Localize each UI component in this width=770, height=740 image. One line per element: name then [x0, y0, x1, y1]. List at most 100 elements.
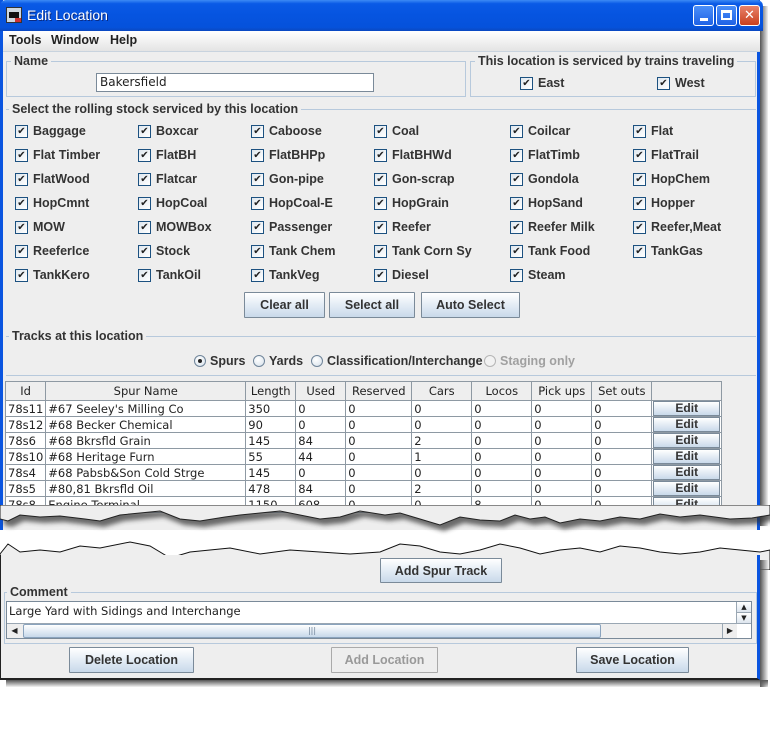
edit-track-button[interactable]: Edit [653, 449, 721, 464]
column-header[interactable]: Set outs [591, 381, 653, 401]
rolling-stock-checkbox[interactable]: ✔ FlatBHPp [251, 147, 325, 163]
rolling-stock-checkbox[interactable]: ✔ Tank Chem [251, 243, 335, 259]
edit-track-button[interactable]: Edit [653, 401, 721, 416]
location-name-input[interactable]: Bakersfield [96, 73, 374, 92]
table-row[interactable]: 78s6 #68 Bkrsfld Grain 145 84 0 2 0 0 0 Edit [4, 432, 723, 449]
title-bar[interactable]: Edit Location ✕ [0, 0, 763, 31]
table-cell[interactable]: 0 [531, 448, 593, 465]
rolling-stock-checkbox[interactable]: ✔ Reefer,Meat [633, 219, 721, 235]
rolling-stock-checkbox[interactable]: ✔ Coal [374, 123, 419, 139]
table-cell[interactable]: #68 Pabsb&Son Cold Strge [45, 464, 247, 481]
table-cell[interactable]: 0 [531, 416, 593, 433]
rolling-stock-checkbox[interactable]: ✔ TankVeg [251, 267, 319, 283]
table-cell[interactable]: 0 [471, 448, 533, 465]
table-cell[interactable]: 350 [245, 400, 297, 417]
table-cell[interactable]: 0 [411, 464, 473, 481]
table-cell[interactable]: 0 [471, 432, 533, 449]
edit-track-button[interactable]: Edit [653, 417, 721, 432]
table-cell[interactable]: 0 [411, 400, 473, 417]
rolling-stock-checkbox[interactable]: ✔ FlatTrail [633, 147, 699, 163]
rolling-stock-checkbox[interactable]: ✔ Diesel [374, 267, 429, 283]
table-row[interactable]: 78s11 #67 Seeley's Milling Co 350 0 0 0 0 0 0 Edi… [4, 400, 723, 417]
table-cell[interactable]: 0 [295, 464, 347, 481]
table-cell[interactable]: 78s10 [4, 448, 47, 465]
rolling-stock-checkbox[interactable]: ✔ FlatBH [138, 147, 196, 163]
table-cell[interactable]: 0 [345, 416, 413, 433]
rolling-stock-checkbox[interactable]: ✔ Boxcar [138, 123, 198, 139]
table-row[interactable]: 78s12 #68 Becker Chemical 90 0 0 0 0 0 0 Edit [4, 416, 723, 433]
table-row[interactable]: 78s5 #80,81 Bkrsfld Oil 478 84 0 2 0 0 0 Edit [4, 480, 723, 497]
table-cell[interactable]: 0 [531, 400, 593, 417]
table-cell[interactable]: 0 [591, 448, 653, 465]
table-cell[interactable]: 0 [591, 480, 653, 497]
rolling-stock-checkbox[interactable]: ✔ HopGrain [374, 195, 449, 211]
rolling-stock-checkbox[interactable]: ✔ Flatcar [138, 171, 197, 187]
table-cell[interactable]: 78s5 [4, 480, 47, 497]
table-cell[interactable]: 0 [591, 464, 653, 481]
save-location-button[interactable]: Save Location [576, 647, 689, 673]
table-cell[interactable]: 0 [295, 416, 347, 433]
table-cell[interactable]: 0 [531, 464, 593, 481]
menu-help[interactable]: Help [110, 33, 137, 47]
table-cell[interactable]: 0 [531, 480, 593, 497]
table-cell[interactable]: 0 [531, 432, 593, 449]
rolling-stock-checkbox[interactable]: ✔ Tank Corn Sy [374, 243, 472, 259]
table-cell[interactable]: 84 [295, 432, 347, 449]
scroll-right-icon[interactable]: ▶ [722, 624, 737, 638]
comment-textarea[interactable]: Large Yard with Sidings and Interchange … [6, 601, 752, 639]
rolling-stock-checkbox[interactable]: ✔ Flat [633, 123, 673, 139]
edit-track-button[interactable]: Edit [653, 481, 721, 496]
table-cell[interactable]: 55 [245, 448, 297, 465]
comment-vertical-scrollbar[interactable]: ▲ ▼ [736, 602, 751, 624]
rolling-stock-checkbox[interactable]: ✔ MOWBox [138, 219, 212, 235]
maximize-button[interactable] [716, 5, 737, 26]
table-cell[interactable]: 0 [345, 432, 413, 449]
edit-track-button[interactable]: Edit [653, 433, 721, 448]
table-cell[interactable]: 0 [345, 464, 413, 481]
scroll-left-icon[interactable]: ◀ [7, 624, 22, 638]
column-header[interactable]: Length [245, 381, 297, 401]
table-cell[interactable]: 0 [591, 416, 653, 433]
direction-east-checkbox[interactable]: ✔ East [520, 75, 564, 91]
auto-select-button[interactable]: Auto Select [421, 292, 520, 318]
column-header[interactable]: Used [295, 381, 347, 401]
table-cell[interactable]: 0 [345, 480, 413, 497]
scroll-up-icon[interactable]: ▲ [737, 602, 751, 613]
rolling-stock-checkbox[interactable]: ✔ Coilcar [510, 123, 570, 139]
rolling-stock-checkbox[interactable]: ✔ HopCoal [138, 195, 207, 211]
rolling-stock-checkbox[interactable]: ✔ Hopper [633, 195, 695, 211]
table-cell[interactable]: 78s6 [4, 432, 47, 449]
rolling-stock-checkbox[interactable]: ✔ FlatWood [15, 171, 90, 187]
track-type-classification-radio[interactable]: Classification/Interchange [311, 353, 483, 369]
edit-track-button[interactable]: Edit [653, 465, 721, 480]
rolling-stock-checkbox[interactable]: ✔ Stock [138, 243, 190, 259]
table-cell[interactable]: 0 [345, 400, 413, 417]
column-header[interactable]: Cars [411, 381, 473, 401]
table-cell[interactable]: 44 [295, 448, 347, 465]
table-cell[interactable]: 0 [471, 400, 533, 417]
table-cell[interactable]: 0 [591, 432, 653, 449]
rolling-stock-checkbox[interactable]: ✔ Flat Timber [15, 147, 100, 163]
column-header[interactable]: Locos [471, 381, 533, 401]
rolling-stock-checkbox[interactable]: ✔ Baggage [15, 123, 86, 139]
table-cell[interactable]: 478 [245, 480, 297, 497]
rolling-stock-checkbox[interactable]: ✔ Gon-pipe [251, 171, 324, 187]
rolling-stock-checkbox[interactable]: ✔ Passenger [251, 219, 332, 235]
rolling-stock-checkbox[interactable]: ✔ Reefer [374, 219, 431, 235]
column-header[interactable] [651, 381, 723, 401]
table-cell[interactable]: 0 [471, 464, 533, 481]
table-row[interactable]: 78s10 #68 Heritage Furn 55 44 0 1 0 0 0 Edit [4, 448, 723, 465]
rolling-stock-checkbox[interactable]: ✔ Caboose [251, 123, 322, 139]
column-header[interactable]: Reserved [345, 381, 413, 401]
track-type-yards-radio[interactable]: Yards [253, 353, 303, 369]
select-all-button[interactable]: Select all [329, 292, 415, 318]
scroll-down-icon[interactable]: ▼ [737, 613, 751, 624]
rolling-stock-checkbox[interactable]: ✔ Gondola [510, 171, 579, 187]
rolling-stock-checkbox[interactable]: ✔ HopCoal-E [251, 195, 333, 211]
rolling-stock-checkbox[interactable]: ✔ TankOil [138, 267, 201, 283]
track-type-spurs-radio[interactable]: Spurs [194, 353, 245, 369]
table-row[interactable]: 78s4 #68 Pabsb&Son Cold Strge 145 0 0 0 0 0 0 Edi… [4, 464, 723, 481]
minimize-button[interactable] [693, 5, 714, 26]
add-spur-track-button[interactable]: Add Spur Track [380, 558, 502, 583]
rolling-stock-checkbox[interactable]: ✔ Tank Food [510, 243, 590, 259]
